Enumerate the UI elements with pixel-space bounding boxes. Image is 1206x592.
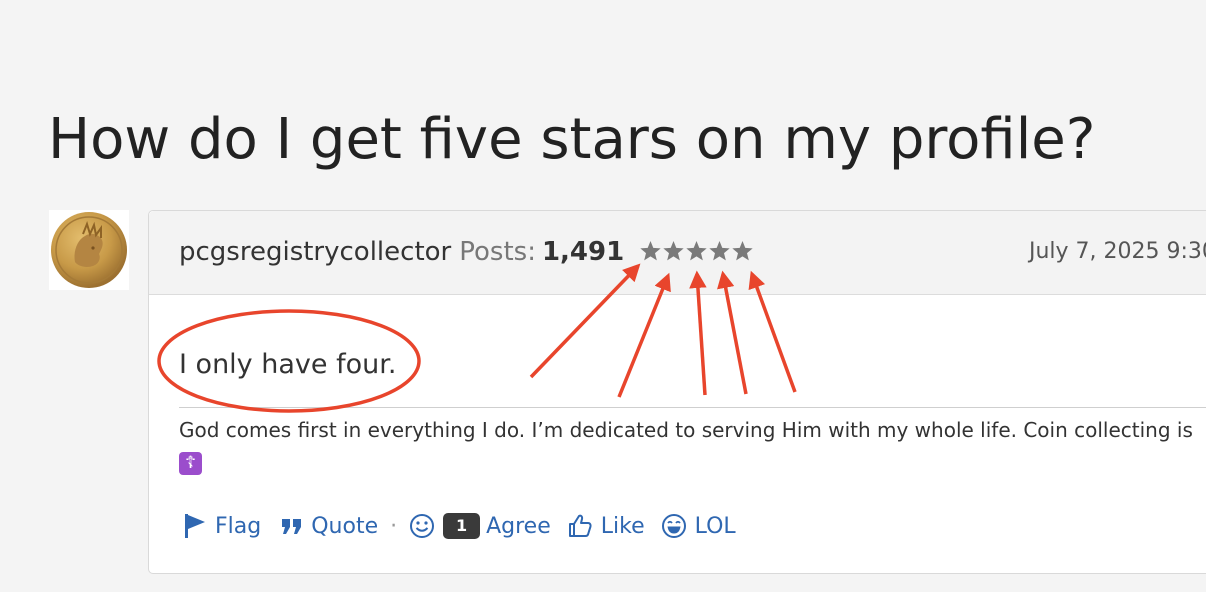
star-icon — [732, 240, 753, 261]
lol-label: LOL — [694, 513, 736, 539]
agree-button[interactable]: Agree — [486, 514, 551, 539]
agree-label: Agree — [486, 513, 551, 539]
signature-text: God comes first in everything I do. I’m … — [179, 418, 1193, 442]
message-body: I only have four. — [179, 349, 397, 380]
orthodox-cross-icon: ☦ — [179, 452, 202, 475]
star-icon — [686, 240, 707, 261]
flag-label: Flag — [215, 513, 262, 539]
star-icon — [640, 240, 661, 261]
posts-label: Posts: — [459, 237, 536, 267]
rank-stars — [639, 239, 754, 263]
signature-divider — [179, 407, 1206, 408]
star-icon — [709, 240, 730, 261]
separator-dot: · — [390, 513, 398, 539]
quote-icon — [282, 519, 302, 534]
like-button[interactable]: Like — [567, 513, 645, 539]
reaction-bar: Flag Quote · 1 Agree Like LOL — [183, 508, 736, 544]
thumbs-up-icon — [568, 514, 592, 537]
flag-icon — [185, 514, 205, 538]
page-title: How do I get five stars on my profile? — [48, 107, 1096, 172]
post-header: pcgsregistrycollector Posts: 1,491 July 7,… — [149, 211, 1206, 295]
reaction-button[interactable] — [409, 513, 435, 539]
post-card: pcgsregistrycollector Posts: 1,491 July 7,… — [148, 210, 1206, 574]
post-date[interactable]: July 7, 2025 9:30 — [1029, 235, 1206, 269]
star-icon — [663, 240, 684, 261]
like-label: Like — [600, 513, 645, 539]
flag-button[interactable]: Flag — [183, 513, 261, 539]
posts-count: 1,491 — [541, 237, 625, 267]
laughing-face-icon — [661, 514, 686, 538]
avatar[interactable] — [49, 210, 129, 290]
username-link[interactable]: pcgsregistrycollector — [179, 237, 451, 267]
quote-label: Quote — [311, 513, 379, 539]
quote-button[interactable]: Quote — [281, 514, 378, 539]
lol-button[interactable]: LOL — [661, 513, 736, 539]
post-meta: pcgsregistrycollector Posts: 1,491 — [179, 235, 624, 269]
agree-count-badge: 1 — [443, 513, 481, 539]
smiley-icon — [410, 514, 435, 538]
gold-coin-avatar-icon — [51, 212, 127, 288]
